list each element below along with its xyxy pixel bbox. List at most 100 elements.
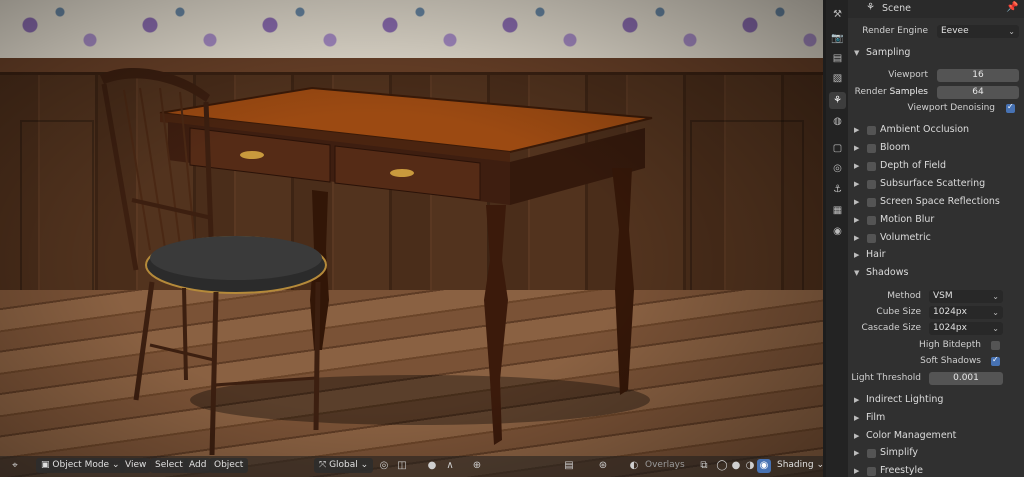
physics-icon: ◎: [833, 163, 842, 174]
tab-material[interactable]: ◉: [829, 223, 846, 240]
shading-label: Shading: [777, 460, 814, 470]
expand-right-icon: ▶: [854, 180, 860, 188]
panel-indirect-lighting[interactable]: ▶ Indirect Lighting: [848, 391, 1024, 409]
enable-checkbox[interactable]: [867, 144, 876, 153]
panel-freestyle[interactable]: ▶ Freestyle: [848, 462, 1024, 477]
proportional-edit-icon[interactable]: ●: [425, 459, 439, 473]
menu-select[interactable]: Select: [150, 458, 188, 473]
panel-ambient-occlusion[interactable]: ▶ Ambient Occlusion: [848, 121, 1024, 139]
gizmo-icon[interactable]: ⊕: [470, 459, 484, 473]
pivot-icon[interactable]: ◎: [377, 459, 391, 473]
gizmos-icon[interactable]: ⊛: [596, 459, 610, 473]
falloff-icon[interactable]: ∧: [443, 459, 457, 473]
panel-title: Depth of Field: [880, 160, 947, 171]
overlays-label[interactable]: Overlays: [640, 458, 690, 473]
tab-physics[interactable]: ◎: [829, 160, 846, 177]
tab-world[interactable]: ◍: [829, 113, 846, 130]
view-object-types-icon[interactable]: ▤: [562, 459, 576, 473]
panel-title: Film: [866, 412, 886, 423]
solid-shading-icon[interactable]: ●: [729, 459, 743, 473]
soft-shadows-checkbox[interactable]: [991, 355, 1000, 366]
tab-texture[interactable]: ▦: [829, 202, 846, 219]
panel-sampling[interactable]: ▼ Sampling: [848, 44, 1024, 62]
chevron-down-icon: ⌄: [992, 324, 999, 333]
render-samples-row: Render Samples 64: [848, 84, 1024, 101]
shadow-method-dropdown[interactable]: VSM ⌄: [929, 290, 1003, 303]
panel-motion-blur[interactable]: ▶ Motion Blur: [848, 211, 1024, 229]
expand-down-icon: ▼: [854, 269, 860, 277]
tab-object[interactable]: ▢: [829, 140, 846, 157]
enable-checkbox[interactable]: [867, 162, 876, 171]
properties-tab-bar: ⚒ 📷 ▤ ▧ ⚘ ◍ ▢ ◎ ⚓ ▦ ◉: [826, 0, 848, 477]
material-shading-icon[interactable]: ◑: [743, 459, 757, 473]
mode-selector[interactable]: ▣ Object Mode ⌄: [36, 458, 125, 473]
cascade-size-value: 1024px: [933, 323, 967, 333]
expand-right-icon: ▶: [854, 126, 860, 134]
overlays-icon[interactable]: ◐: [627, 459, 641, 473]
object-icon: ▢: [832, 143, 843, 154]
chevron-down-icon: ⌄: [360, 460, 369, 470]
panel-bloom[interactable]: ▶ Bloom: [848, 139, 1024, 157]
rendered-shading-icon[interactable]: ◉: [757, 459, 771, 473]
tab-render[interactable]: 📷: [829, 30, 846, 47]
tool-tab-icon[interactable]: ⚒: [829, 6, 846, 23]
cube-size-row: Cube Size 1024px ⌄: [848, 304, 1024, 321]
enable-checkbox[interactable]: [867, 180, 876, 189]
scene-icon: ⚘: [833, 95, 842, 106]
panel-screen-space-reflections[interactable]: ▶ Screen Space Reflections: [848, 193, 1024, 211]
panel-title: Simplify: [880, 447, 919, 458]
light-threshold-field[interactable]: 0.001: [929, 372, 1003, 385]
menu-object[interactable]: Object: [209, 458, 249, 473]
enable-checkbox[interactable]: [867, 234, 876, 243]
cube-size-dropdown[interactable]: 1024px ⌄: [929, 306, 1003, 319]
tab-scene[interactable]: ⚘: [829, 92, 846, 109]
menu-add[interactable]: Add: [184, 458, 212, 473]
panel-shadows[interactable]: ▼ Shadows: [848, 264, 1024, 282]
panel-color-management[interactable]: ▶ Color Management: [848, 427, 1024, 445]
snap-icon[interactable]: ◫: [395, 459, 409, 473]
chevron-down-icon: ⌄: [1008, 27, 1015, 36]
xray-icon[interactable]: ⧉: [697, 459, 711, 473]
panel-title: Freestyle: [880, 465, 923, 476]
enable-checkbox[interactable]: [867, 198, 876, 207]
enable-checkbox[interactable]: [867, 449, 876, 458]
vignette: [0, 0, 823, 477]
enable-checkbox[interactable]: [867, 126, 876, 135]
cascade-size-label: Cascade Size: [861, 323, 921, 333]
wireframe-shading-icon[interactable]: ◯: [715, 459, 729, 473]
panel-film[interactable]: ▶ Film: [848, 409, 1024, 427]
panel-title: Color Management: [866, 430, 957, 441]
panel-hair[interactable]: ▶ Hair: [848, 246, 1024, 264]
render-engine-dropdown[interactable]: Eevee ⌄: [937, 25, 1019, 38]
tab-constraints[interactable]: ⚓: [829, 181, 846, 198]
shadow-method-value: VSM: [933, 291, 953, 301]
panel-shadows-title: Shadows: [866, 267, 909, 278]
panel-depth-of-field[interactable]: ▶ Depth of Field: [848, 157, 1024, 175]
tab-view-layer[interactable]: ▧: [829, 70, 846, 87]
enable-checkbox[interactable]: [867, 467, 876, 476]
shading-popover[interactable]: Shading ⌄: [772, 458, 823, 473]
high-bitdepth-row: High Bitdepth: [848, 337, 1024, 354]
panel-subsurface-scattering[interactable]: ▶ Subsurface Scattering: [848, 175, 1024, 193]
expand-right-icon: ▶: [854, 396, 860, 404]
menu-view[interactable]: View: [120, 458, 152, 473]
pin-icon[interactable]: 📌: [1006, 2, 1018, 13]
panel-volumetric[interactable]: ▶ Volumetric: [848, 229, 1024, 247]
enable-checkbox[interactable]: [867, 216, 876, 225]
viewport-denoising-checkbox[interactable]: [1006, 102, 1015, 113]
tab-output[interactable]: ▤: [829, 50, 846, 67]
properties-header: ⚘ Scene 📌: [848, 0, 1024, 18]
high-bitdepth-checkbox[interactable]: [991, 341, 1000, 350]
viewport-samples-field[interactable]: 16: [937, 69, 1019, 82]
orientation-icon: ⤧: [319, 460, 327, 470]
editor-type-icon[interactable]: ⌖: [8, 459, 22, 473]
transform-orientation[interactable]: ⤧ Global ⌄: [314, 458, 374, 473]
render-samples-field[interactable]: 64: [937, 86, 1019, 99]
viewport-header: ⌖ ▣ Object Mode ⌄ View Select Add Object…: [0, 456, 823, 477]
panel-simplify[interactable]: ▶ Simplify: [848, 444, 1024, 462]
mode-label: Object Mode: [52, 460, 110, 470]
chevron-down-icon: ⌄: [992, 308, 999, 317]
expand-right-icon: ▶: [854, 198, 860, 206]
3d-viewport[interactable]: ⌖ ▣ Object Mode ⌄ View Select Add Object…: [0, 0, 823, 477]
cascade-size-dropdown[interactable]: 1024px ⌄: [929, 322, 1003, 335]
